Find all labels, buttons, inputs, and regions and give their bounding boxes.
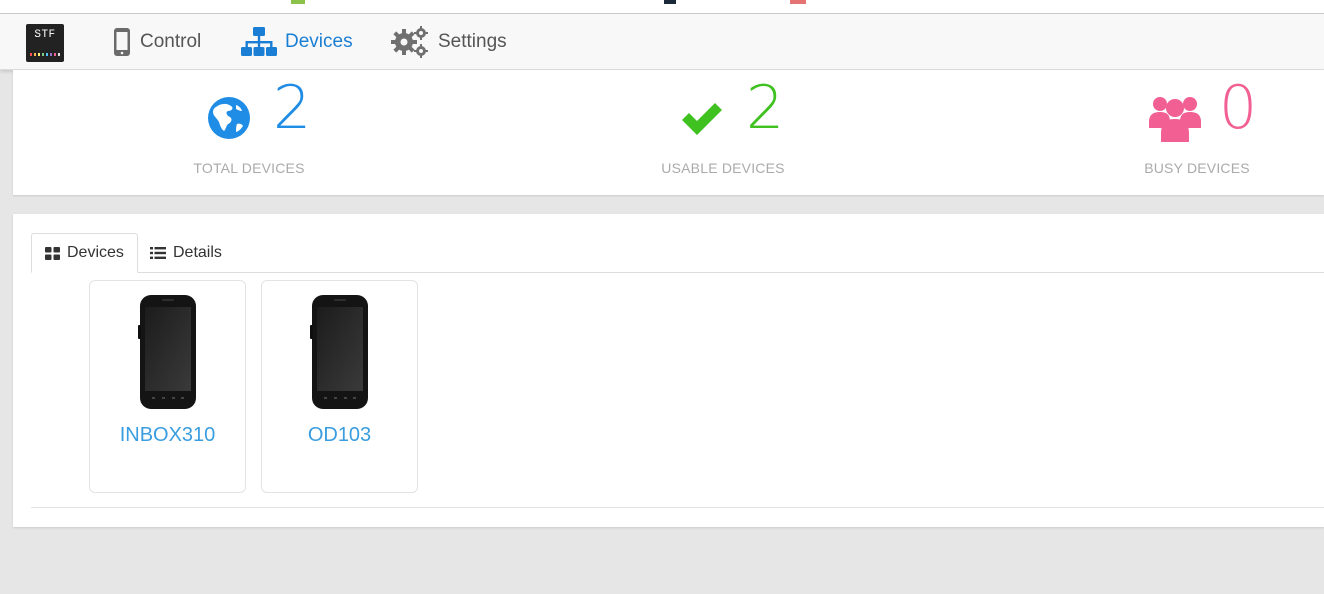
- tab-details-label: Details: [173, 244, 222, 261]
- nav-settings-label: Settings: [438, 31, 507, 52]
- nav-settings[interactable]: Settings: [390, 14, 507, 70]
- navbar: STF Control Devices Settings: [0, 14, 1324, 70]
- top-strip: [0, 0, 1324, 14]
- nav-control[interactable]: Control: [112, 14, 201, 70]
- device-name[interactable]: OD103: [262, 424, 417, 447]
- busy-devices-count: 0: [1219, 73, 1258, 143]
- tab-details[interactable]: Details: [137, 233, 235, 273]
- th-large-icon: [45, 246, 60, 260]
- total-devices-label: TOTAL DEVICES: [193, 160, 305, 176]
- list-icon: [150, 247, 166, 259]
- users-icon: [1148, 92, 1202, 149]
- strip-mark-dark: [664, 0, 676, 4]
- strip-mark-green: [291, 0, 305, 4]
- tab-devices-label: Devices: [67, 244, 124, 261]
- phone-image: [310, 295, 370, 416]
- usable-devices-label: USABLE DEVICES: [661, 160, 785, 176]
- devices-panel: Devices Details INBOX310 OD103: [13, 214, 1324, 527]
- panel-footer-divider: [31, 507, 1324, 508]
- nav-control-label: Control: [140, 31, 202, 52]
- device-card[interactable]: OD103: [261, 280, 418, 493]
- logo-leds: [30, 53, 60, 56]
- globe-icon: [207, 96, 251, 145]
- device-card[interactable]: INBOX310: [89, 280, 246, 493]
- strip-mark-red: [790, 0, 806, 4]
- nav-devices-label: Devices: [285, 31, 353, 52]
- usable-devices-count: 2: [746, 73, 785, 143]
- busy-devices-label: BUSY DEVICES: [1144, 160, 1250, 176]
- logo-text: STF: [34, 29, 56, 41]
- stf-logo[interactable]: STF: [26, 24, 64, 62]
- mobile-icon: [112, 27, 132, 57]
- nav-devices[interactable]: Devices: [241, 14, 353, 70]
- sitemap-icon: [241, 26, 277, 58]
- stats-panel: 2 TOTAL DEVICES 2 USABLE DEVICES 0 BUSY …: [13, 70, 1324, 195]
- device-name[interactable]: INBOX310: [90, 424, 245, 447]
- check-icon: [680, 100, 724, 143]
- total-devices-count: 2: [273, 73, 312, 143]
- gears-icon: [390, 25, 430, 59]
- tab-devices[interactable]: Devices: [31, 233, 138, 273]
- phone-image: [138, 295, 198, 416]
